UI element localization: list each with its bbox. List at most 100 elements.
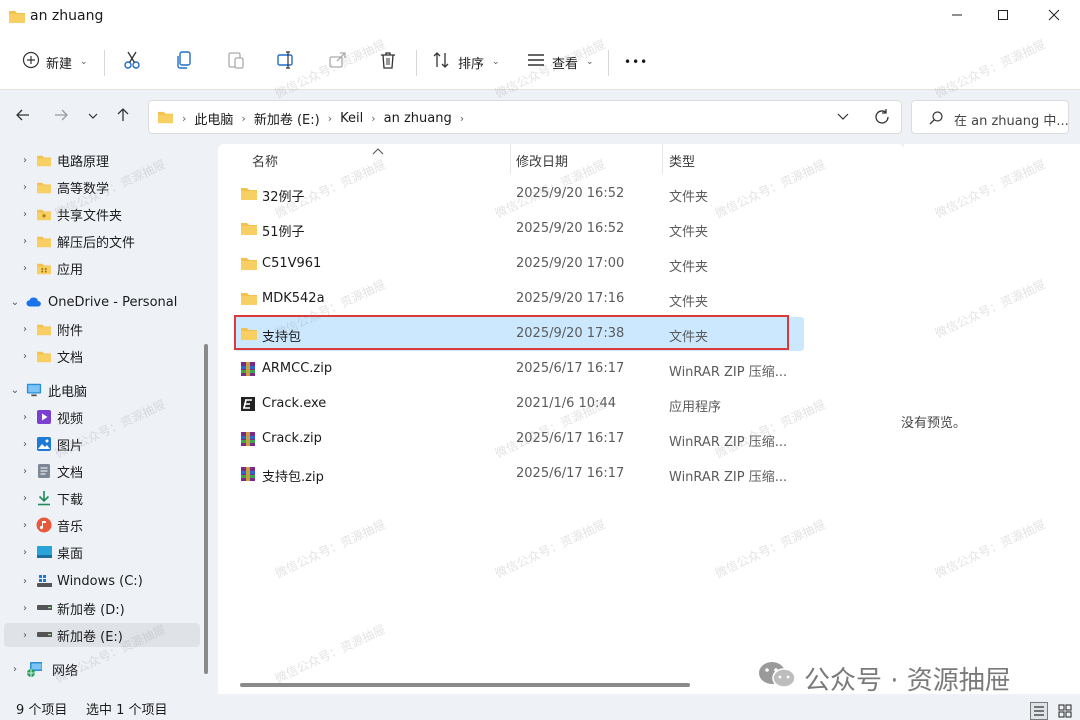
file-type: 文件夹	[669, 295, 709, 310]
table-row[interactable]: ARMCC.zip 2025/6/17 16:17 WinRAR ZIP 压缩.…	[234, 352, 804, 386]
sidebar-item-downloads[interactable]: › 下载	[4, 486, 200, 510]
address-history-dropdown[interactable]	[837, 111, 849, 126]
file-type: 应用程序	[669, 400, 722, 415]
sidebar-item-music[interactable]: › 音乐	[4, 513, 200, 537]
sidebar-item-apps[interactable]: › 应用	[4, 256, 200, 280]
sidebar-item-pictures[interactable]: › 图片	[4, 432, 200, 456]
recent-locations-button[interactable]	[82, 104, 104, 130]
sidebar-item-extracted[interactable]: › 解压后的文件	[4, 229, 200, 253]
videos-icon	[36, 409, 52, 425]
view-button[interactable]: 查看 ⌄	[526, 48, 594, 76]
breadcrumb-item[interactable]: Keil	[340, 111, 363, 126]
drive-icon	[36, 627, 52, 643]
sidebar-scrollbar[interactable]	[204, 344, 208, 674]
sidebar-item-drive-e[interactable]: › 新加卷 (E:)	[4, 623, 200, 647]
column-header-name[interactable]: 名称	[252, 151, 278, 170]
sidebar-item-documents[interactable]: › 文档	[4, 459, 200, 483]
more-options-button[interactable]: •••	[624, 48, 648, 76]
breadcrumb-item[interactable]: 此电脑	[194, 109, 233, 128]
chevron-right-icon[interactable]: ›	[18, 520, 32, 531]
address-bar[interactable]: › 此电脑 › 新加卷 (E:) › Keil › an zhuang ›	[148, 100, 902, 134]
sidebar-item-onedrive[interactable]: ⌄ OneDrive - Personal	[4, 290, 200, 314]
search-input[interactable]: 在 an zhuang 中...	[954, 110, 1069, 129]
chevron-right-icon[interactable]: ›	[18, 182, 32, 193]
minimize-button[interactable]	[934, 0, 980, 34]
chevron-right-icon[interactable]: ›	[18, 324, 32, 335]
chevron-right-icon[interactable]: ›	[18, 576, 32, 587]
folder-icon	[240, 221, 258, 237]
file-name: Crack.zip	[262, 431, 322, 446]
chevron-down-icon[interactable]: ⌄	[8, 297, 22, 308]
sidebar-item-network[interactable]: › 网络	[4, 657, 200, 681]
column-header-type[interactable]: 类型	[669, 151, 695, 170]
sidebar-item-this-pc[interactable]: ⌄ 此电脑	[4, 378, 200, 402]
view-list-icon	[526, 52, 546, 72]
column-header-date[interactable]: 修改日期	[516, 151, 568, 170]
chevron-right-icon[interactable]: ›	[18, 236, 32, 247]
close-button[interactable]	[1031, 0, 1077, 34]
chevron-right-icon[interactable]: ›	[8, 664, 22, 675]
chevron-right-icon[interactable]: ›	[18, 466, 32, 477]
chevron-down-icon: ⌄	[80, 57, 88, 67]
chevron-right-icon[interactable]: ›	[18, 603, 32, 614]
back-button[interactable]	[10, 104, 36, 130]
maximize-button[interactable]	[980, 0, 1026, 34]
share-button[interactable]	[328, 48, 348, 76]
breadcrumb-item[interactable]: 新加卷 (E:)	[254, 109, 320, 128]
chevron-right-icon: ›	[241, 112, 246, 125]
horizontal-scrollbar[interactable]	[240, 683, 690, 687]
column-divider[interactable]	[510, 144, 511, 174]
file-type: 文件夹	[669, 190, 709, 205]
chevron-right-icon: ›	[327, 112, 333, 125]
sidebar-item-label: 文档	[57, 465, 84, 481]
column-divider[interactable]	[662, 144, 663, 174]
sidebar-item-label: 桌面	[57, 546, 84, 562]
sort-button[interactable]: 排序 ⌄	[432, 48, 500, 76]
up-button[interactable]	[110, 104, 136, 130]
sidebar-item-drive-c[interactable]: › Windows (C:)	[4, 569, 200, 593]
table-row[interactable]: MDK542a 2025/9/20 17:16 文件夹	[234, 282, 804, 316]
file-name: 32例子	[262, 190, 305, 205]
file-name: Crack.exe	[262, 396, 327, 411]
paste-button[interactable]	[226, 48, 246, 76]
table-row[interactable]: Crack.exe 2021/1/6 10:44 应用程序	[234, 387, 804, 421]
documents-icon	[36, 463, 52, 479]
search-box[interactable]: 在 an zhuang 中...	[911, 100, 1069, 134]
table-row[interactable]: 支持包.zip 2025/6/17 16:17 WinRAR ZIP 压缩...	[234, 457, 804, 491]
cut-button[interactable]	[122, 48, 142, 76]
chevron-down-icon[interactable]: ⌄	[8, 385, 22, 396]
breadcrumb-item[interactable]: an zhuang	[384, 111, 452, 126]
chevron-right-icon[interactable]: ›	[18, 439, 32, 450]
delete-button[interactable]	[378, 48, 398, 76]
chevron-right-icon[interactable]: ›	[18, 263, 32, 274]
copy-button[interactable]	[174, 48, 194, 76]
sidebar-item-label: 视频	[57, 411, 84, 427]
sidebar-item-math[interactable]: › 高等数学	[4, 175, 200, 199]
chevron-right-icon[interactable]: ›	[18, 547, 32, 558]
sidebar-item-attachments[interactable]: › 附件	[4, 317, 200, 341]
forward-button[interactable]	[48, 104, 74, 130]
chevron-right-icon[interactable]: ›	[18, 209, 32, 220]
music-icon	[36, 517, 52, 533]
sidebar-item-onedrive-documents[interactable]: › 文档	[4, 344, 200, 368]
sidebar-item-desktop[interactable]: › 桌面	[4, 540, 200, 564]
file-date: 2025/6/17 16:17	[516, 431, 625, 446]
table-row[interactable]: 51例子 2025/9/20 16:52 文件夹	[234, 212, 804, 246]
chevron-right-icon[interactable]: ›	[18, 493, 32, 504]
winrar-icon	[240, 361, 258, 377]
chevron-right-icon[interactable]: ›	[18, 155, 32, 166]
table-row[interactable]: C51V961 2025/9/20 17:00 文件夹	[234, 247, 804, 281]
sidebar-item-videos[interactable]: › 视频	[4, 405, 200, 429]
rename-button[interactable]	[276, 48, 296, 76]
sidebar-item-shared[interactable]: › 共享文件夹	[4, 202, 200, 226]
table-row[interactable]: Crack.zip 2025/6/17 16:17 WinRAR ZIP 压缩.…	[234, 422, 804, 456]
table-row[interactable]: 32例子 2025/9/20 16:52 文件夹	[234, 177, 804, 211]
sidebar-item-drive-d[interactable]: › 新加卷 (D:)	[4, 596, 200, 620]
sidebar-item-circuit[interactable]: › 电路原理	[4, 148, 200, 172]
chevron-right-icon[interactable]: ›	[18, 412, 32, 423]
chevron-right-icon[interactable]: ›	[18, 630, 32, 641]
sidebar-item-label: 附件	[57, 323, 84, 339]
chevron-right-icon[interactable]: ›	[18, 351, 32, 362]
refresh-button[interactable]	[873, 108, 891, 130]
new-button[interactable]: 新建 ⌄	[22, 48, 88, 76]
